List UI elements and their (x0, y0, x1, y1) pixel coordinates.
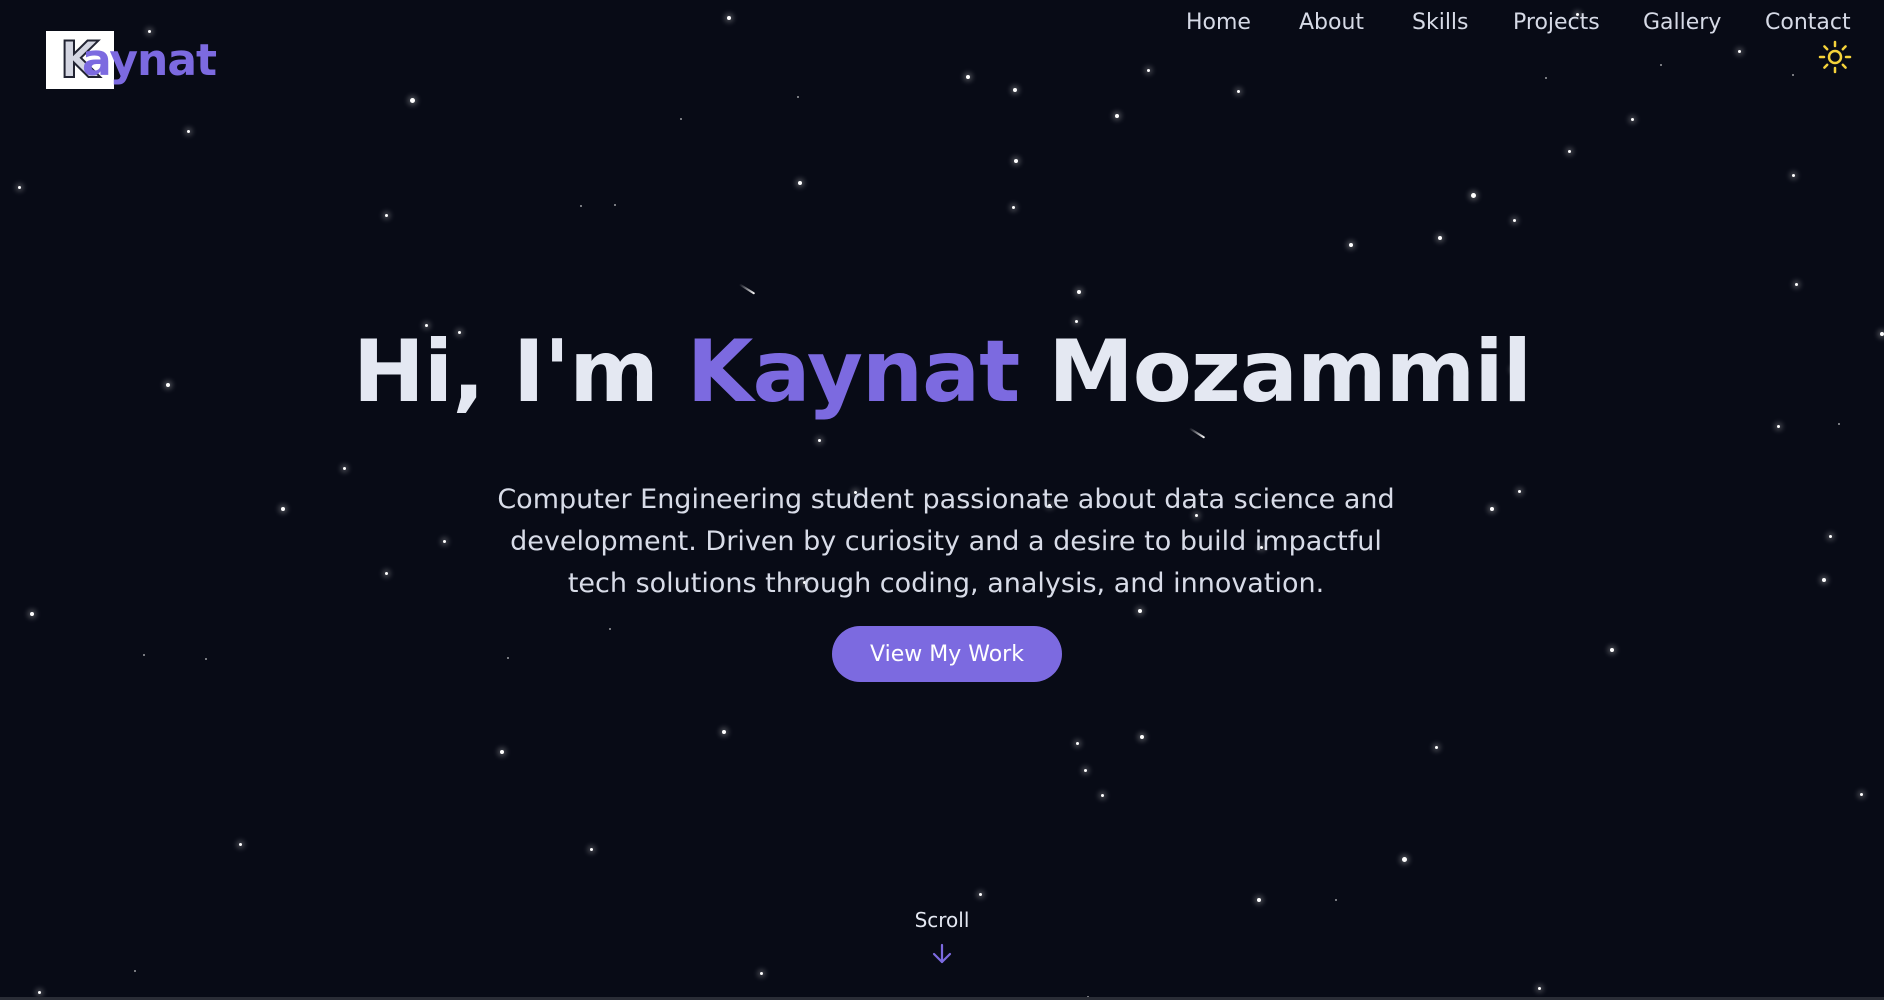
nav-skills[interactable]: Skills (1412, 10, 1469, 35)
scroll-indicator[interactable]: Scroll (892, 908, 992, 966)
hero-last-name: Mozammil (1048, 322, 1532, 422)
nav-gallery[interactable]: Gallery (1643, 10, 1721, 35)
hero-description: Computer Engineering student passionate … (497, 484, 1395, 599)
sun-icon[interactable] (1818, 40, 1852, 74)
site-header: K aynat Home About Skills Projects Galle… (0, 0, 1884, 120)
nav-projects[interactable]: Projects (1513, 10, 1600, 35)
hero-section: Hi, I'm Kaynat Mozammil Computer Enginee… (0, 0, 1884, 1000)
nav-about[interactable]: About (1299, 10, 1364, 35)
hero-first-name: Kaynat (686, 322, 1020, 422)
nav-contact[interactable]: Contact (1765, 10, 1851, 35)
hero-greeting: Hi, I'm (352, 322, 659, 422)
scroll-label: Scroll (914, 908, 970, 932)
arrow-down-icon (932, 943, 952, 964)
hero-title: Hi, I'm Kaynat Mozammil (0, 322, 1884, 422)
logo-text: aynat (82, 35, 217, 86)
view-my-work-button[interactable]: View My Work (832, 626, 1062, 682)
nav-home[interactable]: Home (1186, 10, 1251, 35)
